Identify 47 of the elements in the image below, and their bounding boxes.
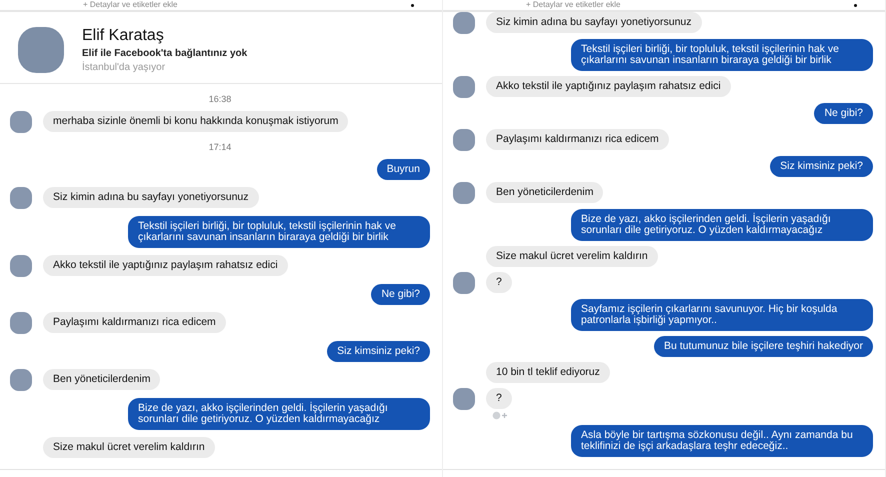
avatar-placeholder [10, 255, 32, 277]
message-bubble: Size makul ücret verelim kaldırın [486, 246, 658, 267]
message-bubble: Buyrun [376, 159, 430, 180]
message-bubble: Siz kimin adına bu sayfayı yonetiyorsunuz [43, 187, 259, 208]
profile-location: İstanbul'da yaşıyor [82, 62, 166, 73]
message-bubble: Paylaşımı kaldırmanızı rica edicem [43, 312, 226, 333]
message-bubble: Size makul ücret verelim kaldırın [43, 437, 215, 458]
message-bubble: Bize de yazı, akko işçilerinden geldi. İşçilerin yaşadığı sorunları dile getiriyoruz. O yüzden kaldırmayacağız [571, 209, 873, 241]
avatar-placeholder [453, 182, 475, 204]
message-bubble: Bu tutumunuz bile işçilere teşhiri hakediyor [654, 336, 873, 357]
message-bubble: ? [486, 272, 512, 293]
message-bubble: 10 bin tl teklif ediyoruz [486, 362, 610, 383]
more-icon[interactable] [854, 4, 857, 7]
message-bubble: merhaba sizinle önemli bi konu hakkında konuşmak istiyorum [43, 111, 348, 132]
message-bubble: Siz kimsiniz peki? [327, 341, 430, 362]
avatar-placeholder [453, 76, 475, 98]
message-bubble: Asla böyle bir tartışma sözkonusu değil.. Aynı zamanda bu teklifinizi de işçi arkadaşlara teşhr edeceğiz.. [571, 425, 873, 457]
message-bubble: Bize de yazı, akko işçilerinden geldi. İşçilerin yaşadığı sorunları dile getiriyoruz. O yüzden kaldırmayacağız [128, 398, 430, 430]
message-bubble: Ne gibi? [371, 284, 430, 305]
profile-photo-placeholder [18, 27, 64, 73]
message-bubble: Ben yöneticilerdenim [486, 182, 604, 203]
message-bubble: Paylaşımı kaldırmanızı rica edicem [486, 129, 669, 150]
avatar-placeholder [10, 312, 32, 334]
avatar-placeholder [453, 388, 475, 410]
message-bubble: Ben yöneticilerdenim [43, 369, 160, 390]
avatar-placeholder [453, 12, 475, 34]
avatar-placeholder [453, 129, 475, 151]
message-bubble: ? [486, 388, 512, 409]
add-details-link[interactable]: + Detaylar ve etiketler ekle [526, 0, 620, 9]
timestamp: 17:14 [208, 141, 232, 152]
avatar-placeholder [10, 111, 32, 133]
timestamp: 16:38 [208, 93, 232, 104]
message-bubble: Tekstil işçileri birliği, bir topluluk, tekstil işçilerinin hak ve çıkarlarını savunan insanların biraraya geldiği bir birlik [571, 39, 873, 71]
more-icon[interactable] [411, 4, 414, 7]
avatar-placeholder [10, 369, 32, 391]
message-bubble: Siz kimsiniz peki? [770, 156, 873, 177]
message-bubble: Akko tekstil ile yaptığınız paylaşım rahatsız edici [43, 255, 288, 276]
message-bubble: Sayfamız işçilerin çıkarlarını savunuyor. Hiç bir koşulda patronlarla işbirliği yapmıyor.. [571, 299, 873, 331]
add-details-link[interactable]: + Detaylar ve etiketler ekle [83, 0, 178, 9]
avatar-placeholder [453, 272, 475, 294]
avatar-placeholder [10, 187, 32, 209]
message-bubble: Ne gibi? [814, 103, 873, 124]
profile-name: Elif Karataş [82, 27, 165, 45]
message-bubble: Siz kimin adına bu sayfayı yonetiyorsunuz [486, 12, 702, 33]
connection-status: Elif ile Facebook'ta bağlantınız yok [82, 48, 248, 59]
message-bubble: Akko tekstil ile yaptığınız paylaşım rahatsız edici [486, 76, 731, 97]
message-bubble: Tekstil işçileri birliği, bir topluluk, tekstil işçilerinin hak ve çıkarlarını savunan insanların biraraya geldiği bir birlik [128, 216, 430, 248]
